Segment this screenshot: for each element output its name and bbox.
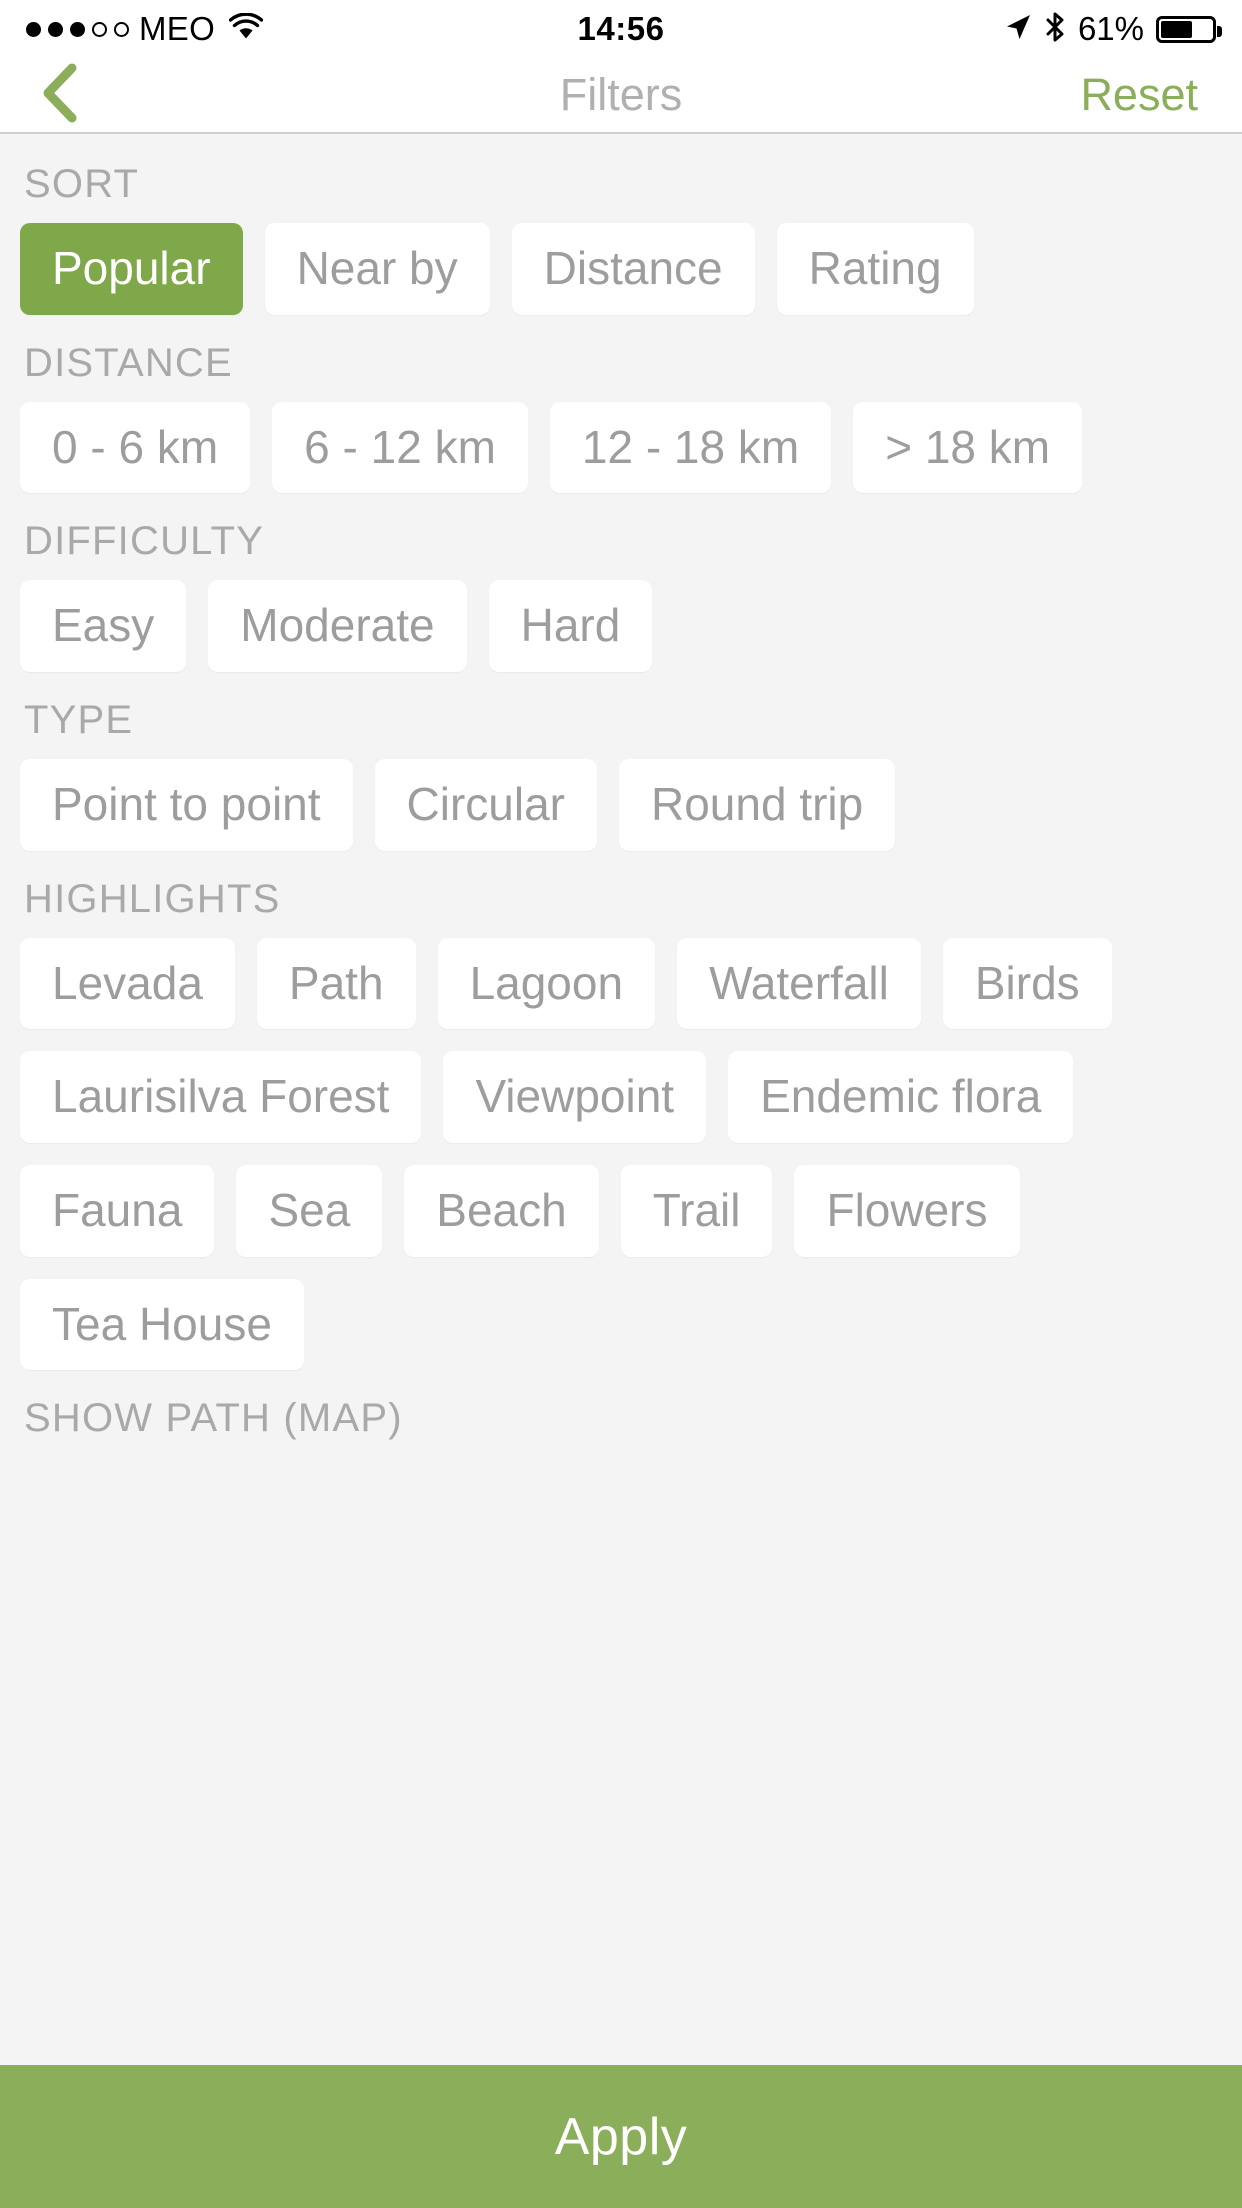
filter-chip[interactable]: Easy — [20, 580, 187, 673]
filter-chip[interactable]: Viewpoint — [443, 1051, 707, 1144]
filter-chip[interactable]: Distance — [511, 223, 755, 315]
section-title: SORT — [24, 162, 140, 206]
section-title: TYPE — [24, 698, 134, 743]
signal-dot-empty — [92, 21, 107, 37]
filter-chip[interactable]: 0 - 6 km — [20, 401, 251, 494]
back-button[interactable] — [0, 58, 120, 132]
signal-dot-filled — [26, 21, 41, 37]
bluetooth-icon — [1044, 11, 1066, 48]
filter-chip[interactable]: Rating — [776, 223, 974, 315]
filter-chip[interactable]: Trail — [620, 1165, 773, 1257]
filters-screen: MEO 14:56 61% Filters Reset SORT Popular… — [0, 0, 1242, 2208]
filter-chip[interactable]: Popular — [20, 223, 243, 315]
filter-section: HIGHLIGHTS Levada Path Lagoon Waterfall Birds… — [0, 877, 1242, 1371]
filter-chip[interactable]: Path — [256, 937, 416, 1030]
page-title: Filters — [559, 69, 683, 120]
section-title: SHOW PATH (MAP) — [24, 1396, 403, 1441]
filter-chip[interactable]: Waterfall — [677, 937, 921, 1030]
location-arrow-icon — [1004, 12, 1032, 47]
filter-chip[interactable]: Laurisilva Forest — [20, 1051, 422, 1144]
filter-chip[interactable]: Birds — [942, 937, 1112, 1030]
reset-button[interactable]: Reset — [1080, 69, 1198, 121]
apply-button-label: Apply — [554, 2107, 688, 2166]
wifi-icon — [228, 12, 264, 46]
filter-chip[interactable]: Round trip — [619, 759, 896, 851]
chip-row: Point to point Circular Round trip — [20, 759, 1222, 851]
status-bar-right: 61% — [1004, 10, 1222, 48]
filters-content: SORT Popular Near by Distance Rating DISTANCE… — [0, 136, 1242, 2065]
filter-chip[interactable]: Moderate — [208, 580, 467, 673]
filter-chip[interactable]: 12 - 18 km — [549, 401, 832, 494]
chip-row: Popular Near by Distance Rating — [20, 223, 1222, 315]
chip-row: 0 - 6 km 6 - 12 km 12 - 18 km > 18 km — [20, 401, 1222, 494]
section-title: DISTANCE — [24, 340, 233, 385]
section-title: DIFFICULTY — [24, 519, 265, 564]
filter-chip[interactable]: Fauna — [20, 1165, 215, 1257]
navigation-bar: Filters Reset — [0, 58, 1242, 134]
filter-chip[interactable]: Circular — [374, 759, 597, 851]
filter-chip[interactable]: > 18 km — [853, 401, 1083, 494]
signal-dot-empty — [114, 21, 129, 37]
filter-chip[interactable]: 6 - 12 km — [272, 401, 528, 494]
chip-row: Levada Path Lagoon Waterfall Birds Laurisilva… — [20, 937, 1222, 1371]
chevron-left-icon — [36, 62, 84, 129]
carrier-label: MEO — [139, 10, 216, 47]
signal-dot-filled — [70, 21, 85, 37]
status-bar: MEO 14:56 61% — [0, 0, 1242, 58]
filter-chip[interactable]: Near by — [264, 223, 490, 315]
signal-strength-dots — [26, 21, 129, 37]
filter-chip[interactable]: Flowers — [794, 1165, 1020, 1257]
filter-chip[interactable]: Sea — [236, 1165, 383, 1257]
filter-chip[interactable]: Tea House — [20, 1278, 304, 1371]
filter-chip[interactable]: Beach — [404, 1165, 599, 1257]
filter-chip[interactable]: Point to point — [20, 759, 353, 851]
apply-button[interactable]: Apply — [0, 2065, 1242, 2208]
filter-section: TYPE Point to point Circular Round trip — [0, 698, 1242, 851]
filter-chip[interactable]: Lagoon — [437, 937, 656, 1030]
filter-section: DISTANCE 0 - 6 km 6 - 12 km 12 - 18 km > 18 … — [0, 341, 1242, 494]
chip-row: Easy Moderate Hard — [20, 580, 1222, 673]
battery-percent-label: 61% — [1077, 10, 1144, 47]
signal-dot-filled — [48, 21, 63, 37]
section-title: HIGHLIGHTS — [24, 876, 281, 921]
filter-chip[interactable]: Endemic flora — [728, 1051, 1074, 1144]
filter-section: SORT Popular Near by Distance Rating — [0, 162, 1242, 315]
filter-section: SHOW PATH (MAP) — [0, 1396, 1242, 1441]
battery-icon — [1156, 15, 1222, 43]
filter-chip[interactable]: Hard — [488, 580, 653, 673]
status-bar-left: MEO — [26, 10, 264, 48]
filter-section: DIFFICULTY Easy Moderate Hard — [0, 519, 1242, 673]
filter-chip[interactable]: Levada — [20, 937, 235, 1030]
